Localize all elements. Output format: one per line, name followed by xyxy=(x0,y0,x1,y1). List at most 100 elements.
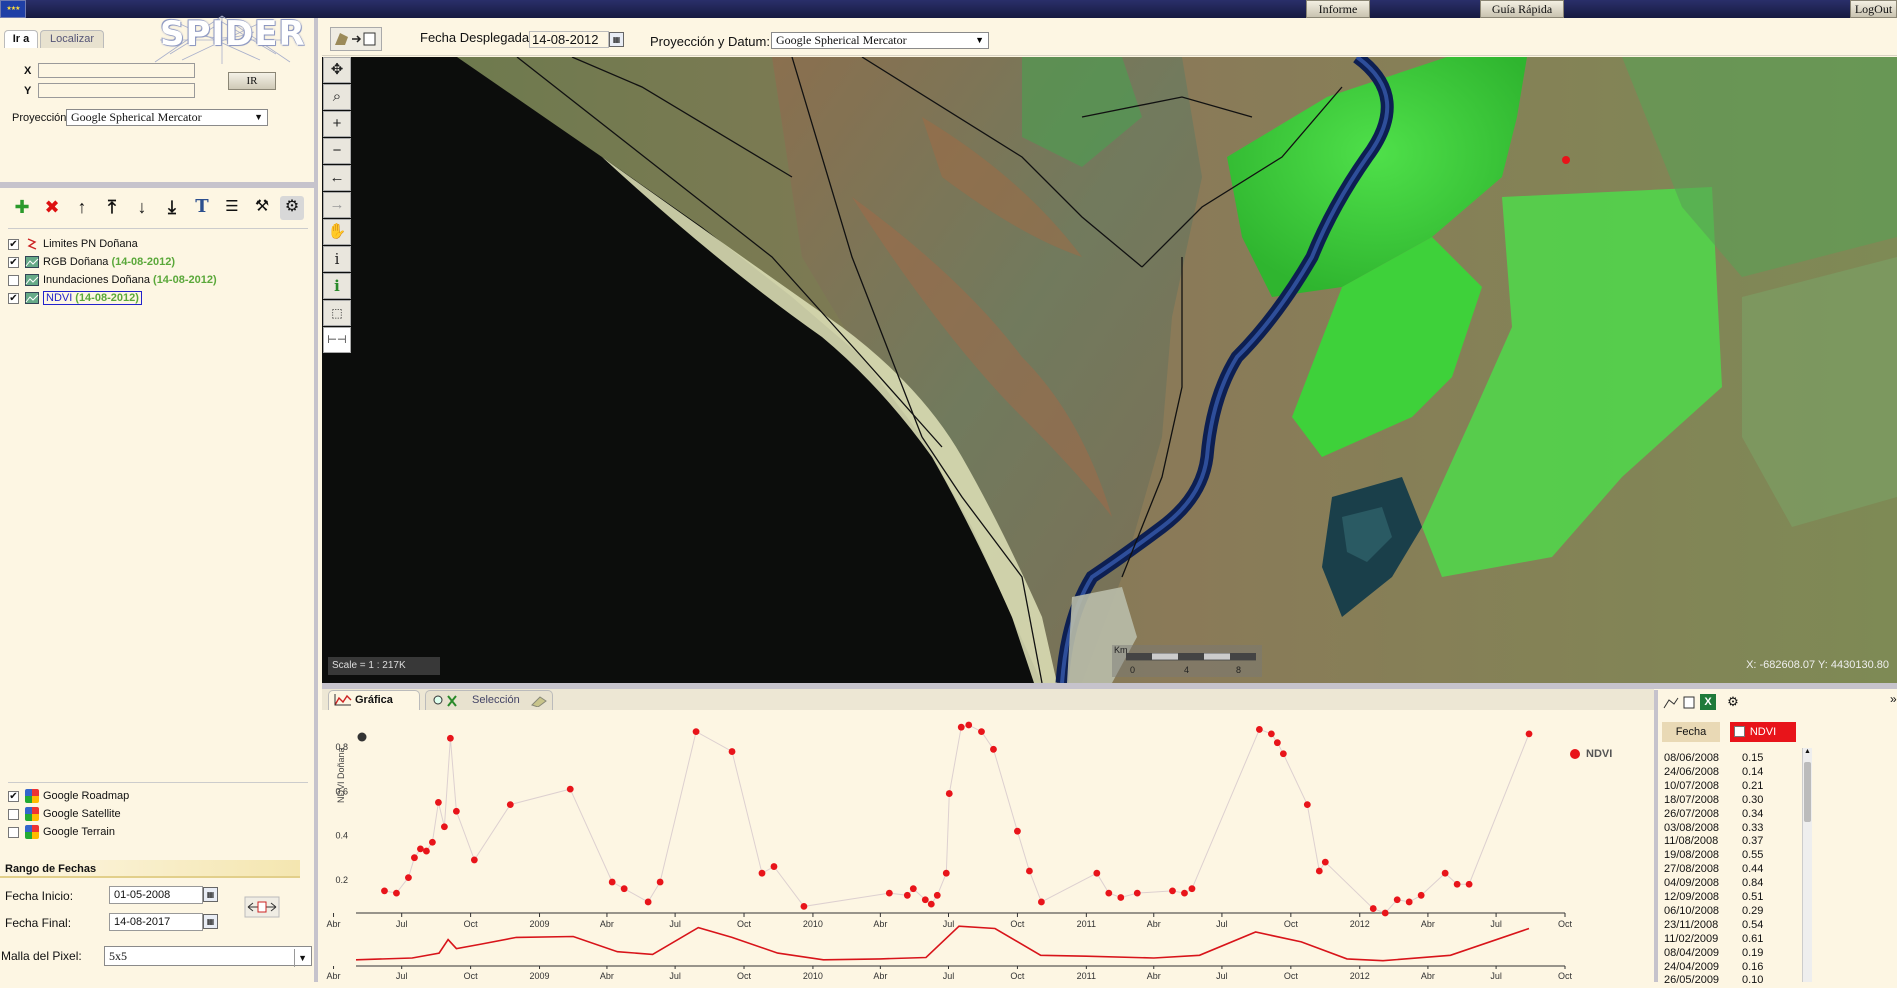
proyeccion-datum-label: Proyección y Datum: xyxy=(650,34,770,49)
layer-checkbox[interactable]: ✔ xyxy=(8,292,19,304)
calendar-icon[interactable]: ▦ xyxy=(203,887,218,902)
x-tick-label: Oct xyxy=(1284,919,1299,929)
layer-checkbox[interactable]: ✔ xyxy=(8,238,19,250)
basemap-item[interactable]: Google Terrain xyxy=(8,824,115,840)
table-scrollbar-thumb[interactable] xyxy=(1804,762,1811,822)
end-date-input[interactable]: 14-08-2017 xyxy=(109,913,203,931)
basemap-item[interactable]: ✔ Google Roadmap xyxy=(8,788,129,804)
ndvi-series-checkbox[interactable]: ✔ xyxy=(1734,726,1745,737)
apply-date-range-icon[interactable] xyxy=(244,896,280,918)
move-up-icon[interactable]: ↑ xyxy=(70,196,94,220)
overview-x-tick-label: Oct xyxy=(464,971,479,981)
tab-seleccion[interactable]: Selección xyxy=(425,690,553,710)
start-date-input[interactable]: 01-05-2008 xyxy=(109,886,203,904)
ndvi-data-point xyxy=(885,889,893,897)
table-header-ndvi[interactable]: ✔ NDVI xyxy=(1730,722,1796,742)
table-row: 08/06/2008 0.15 xyxy=(1664,752,1763,766)
basemap-checkbox[interactable]: ✔ xyxy=(8,790,19,802)
ir-button[interactable]: IR xyxy=(228,72,276,90)
ndvi-data-point xyxy=(417,845,424,853)
ndvi-data-point xyxy=(434,799,442,806)
remove-layer-icon[interactable]: ✖ xyxy=(40,196,64,220)
table-cell-fecha: 08/06/2008 xyxy=(1664,752,1720,764)
selection-tools-icon xyxy=(433,695,457,707)
informe-button[interactable]: Informe xyxy=(1306,0,1370,18)
excel-export-icon[interactable]: X xyxy=(1700,694,1716,710)
selected-layer-label[interactable]: NDVI (14-08-2012) xyxy=(43,291,142,305)
projection-select-value: Google Spherical Mercator xyxy=(71,110,202,124)
time-info-icon[interactable]: i xyxy=(323,273,351,299)
next-extent-icon[interactable]: → xyxy=(323,192,351,218)
chart-y-axis-label: NDVI Doñana xyxy=(336,747,346,803)
ndvi-data-point xyxy=(965,721,973,729)
satellite-map[interactable]: Scale = 1 : 217K Km 0 4 8 X: -682608.07 … xyxy=(322,57,1897,683)
logout-button[interactable]: LogOut xyxy=(1850,0,1897,18)
basemap-checkbox[interactable] xyxy=(8,826,19,838)
map-imagery xyxy=(322,57,1897,683)
move-bottom-icon[interactable]: ⤓ xyxy=(160,196,184,220)
layer-item-selected[interactable]: ✔ NDVI (14-08-2012) xyxy=(8,290,142,306)
chevron-down-icon: ▼ xyxy=(294,949,307,967)
collapse-panel-icon[interactable]: » xyxy=(1890,692,1897,706)
zoom-box-icon[interactable]: ⌕ xyxy=(323,84,351,110)
layer-item[interactable]: ✔ Limites PN Doñana xyxy=(8,236,138,252)
ndvi-chart-area[interactable]: 0.2 0.4 0.6 0.8 Abr Abr Jul Jul Oct Oct 2009 2009 Ab… xyxy=(322,710,1654,982)
layer-properties-icon[interactable]: ⚒ xyxy=(250,196,274,220)
export-chart-icon[interactable] xyxy=(1662,694,1696,710)
tab-ir-a[interactable]: Ir a xyxy=(4,30,38,48)
select-pixel-icon[interactable]: ⬚ xyxy=(323,300,351,326)
layer-item[interactable]: ✔ RGB Doñana (14-08-2012) xyxy=(8,254,175,270)
tab-localizar[interactable]: Localizar xyxy=(40,30,104,48)
layer-name: Limites PN Doñana xyxy=(43,238,138,250)
scroll-up-icon[interactable]: ▲ xyxy=(1804,748,1811,755)
export-map-icon[interactable] xyxy=(330,27,382,51)
zoom-in-icon[interactable]: + xyxy=(323,111,351,137)
table-cell-fecha: 11/02/2009 xyxy=(1664,932,1719,945)
x-label: X xyxy=(24,65,32,77)
text-tool-icon[interactable]: T xyxy=(190,196,214,220)
ndvi-data-point xyxy=(1188,885,1196,893)
basemap-name: Google Satellite xyxy=(43,808,121,820)
layer-item[interactable]: Inundaciones Doñana (14-08-2012) xyxy=(8,272,217,288)
overview-x-tick-label: 2012 xyxy=(1350,971,1370,981)
map-scale-bar: Km 0 4 8 xyxy=(1112,645,1262,677)
ndvi-chart: 0.20.40.60.8AbrAbrJulJulOctOct20092009Ab… xyxy=(327,721,1572,981)
layer-checkbox[interactable] xyxy=(8,274,19,286)
basemap-item[interactable]: Google Satellite xyxy=(8,806,121,822)
x-tick-label: Jul xyxy=(1490,919,1502,929)
settings-wrench-icon[interactable]: ⚙ xyxy=(280,196,304,220)
guia-rapida-button[interactable]: Guía Rápida xyxy=(1480,0,1564,18)
measure-icon[interactable]: ⊢⊣ xyxy=(323,327,351,353)
pan-arrows-icon[interactable]: ✥ xyxy=(323,57,351,83)
hand-pan-icon[interactable]: ✋ xyxy=(323,219,351,245)
add-layer-icon[interactable]: ✚ xyxy=(10,196,34,220)
projection-select[interactable]: Google Spherical Mercator ▼ xyxy=(66,109,268,126)
zoom-out-icon[interactable]: − xyxy=(323,138,351,164)
pixel-grid-select[interactable]: 5x5 ▼ xyxy=(104,946,312,967)
tab-grafica[interactable]: Gráfica xyxy=(328,690,420,710)
fecha-desplegada-input[interactable]: 14-08-2012 xyxy=(529,31,609,48)
move-top-icon[interactable]: ⤒ xyxy=(100,196,124,220)
calendar-icon[interactable]: ▦ xyxy=(609,32,624,47)
table-row: 03/08/2008 0.33 xyxy=(1664,822,1763,836)
previous-extent-icon[interactable]: ← xyxy=(323,165,351,191)
move-down-icon[interactable]: ↓ xyxy=(130,196,154,220)
calendar-icon[interactable]: ▦ xyxy=(203,914,218,929)
x-coordinate-input[interactable] xyxy=(38,63,195,78)
ndvi-data-point xyxy=(1014,827,1021,835)
y-coordinate-input[interactable] xyxy=(38,83,195,98)
overview-x-tick-label: 2010 xyxy=(803,971,823,981)
ndvi-data-point xyxy=(1169,887,1176,895)
overview-x-tick-label: 2011 xyxy=(1077,971,1096,981)
basemap-checkbox[interactable] xyxy=(8,808,19,820)
info-icon[interactable]: i xyxy=(323,246,351,272)
end-date-label: Fecha Final: xyxy=(5,916,72,930)
layer-checkbox[interactable]: ✔ xyxy=(8,256,19,268)
ndvi-data-point xyxy=(1417,891,1425,899)
proyeccion-datum-select[interactable]: Google Spherical Mercator ▼ xyxy=(771,32,989,49)
table-cell-fecha: 03/08/2008 xyxy=(1664,821,1720,834)
layer-list-icon[interactable]: ☰ xyxy=(220,196,244,220)
scale-bar-graphic xyxy=(1126,653,1256,661)
chart-settings-icon[interactable]: ⚙ xyxy=(1724,694,1742,710)
ndvi-data-point xyxy=(393,889,400,897)
